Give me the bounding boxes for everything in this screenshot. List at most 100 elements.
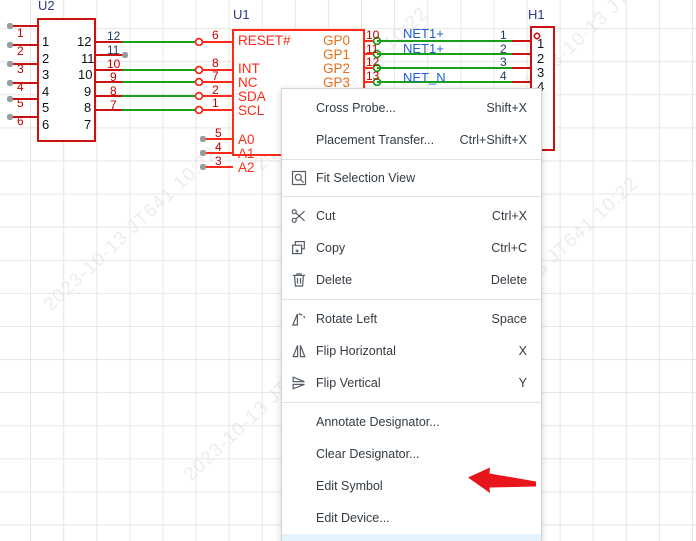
pin-name: SDA (238, 89, 266, 104)
menu-group: Fit Selection View (282, 160, 541, 196)
pin-number: 1 (500, 28, 507, 42)
pin-label-inner: 8 (84, 100, 92, 115)
menu-group: Rotate Left Space Flip Horizontal X Flip… (282, 300, 541, 402)
fit-selection-view-icon (282, 164, 316, 192)
menu-item-update-project-library[interactable]: Update Project Library... (282, 534, 541, 541)
menu-item-label: Placement Transfer... (316, 133, 435, 147)
pin-name: GP1 (323, 47, 351, 62)
pin-number: 10 (107, 57, 121, 71)
pin-number: 11 (366, 42, 379, 56)
designator-u2[interactable]: U2 (38, 0, 55, 13)
pin-label-inner: 4 (42, 84, 50, 99)
pin-number: 3 (500, 55, 507, 69)
flip-horizontal-icon (282, 337, 316, 365)
designator-h1[interactable]: H1 (528, 7, 545, 22)
menu-group: Cross Probe... Shift+X Placement Transfe… (282, 89, 541, 159)
pin-label-inner: 2 (537, 51, 545, 66)
pin-number: 13 (366, 69, 380, 83)
pin-label-inner: 11 (81, 51, 95, 66)
pin-number: 2 (17, 44, 24, 58)
pin-label-inner: 3 (537, 65, 545, 80)
scissors-icon (282, 202, 316, 230)
pin-label-inner: 7 (84, 117, 92, 132)
net-label[interactable]: NET1+ (403, 26, 444, 41)
net-label[interactable]: NET_N (403, 70, 446, 85)
menu-item-label: Copy (316, 241, 346, 255)
menu-group: Cut Ctrl+X Copy Ctrl+C Delete Delete (282, 197, 541, 299)
menu-item-label: Fit Selection View (316, 171, 416, 185)
pin-name: INT (238, 61, 260, 76)
pin-label-inner: 2 (42, 51, 50, 66)
pin-number: 8 (212, 56, 219, 70)
rotate-left-icon (282, 305, 316, 333)
menu-item-delete[interactable]: Delete Delete (282, 264, 541, 296)
menu-item-shortcut: X (518, 344, 527, 358)
pin-name: A0 (238, 132, 255, 147)
pin-name: RESET# (238, 33, 291, 48)
flip-vertical-icon (282, 369, 316, 397)
pin-number: 3 (215, 154, 222, 168)
pin-number: 4 (500, 69, 507, 83)
pin-name: GP0 (323, 33, 351, 48)
menu-item-label: Cross Probe... (316, 101, 396, 115)
pin-number: 6 (212, 28, 219, 42)
menu-item-label: Flip Vertical (316, 376, 381, 390)
menu-item-shortcut: Shift+X (486, 101, 527, 115)
menu-item-label: Flip Horizontal (316, 344, 396, 358)
copy-icon (282, 234, 316, 262)
menu-item-annotate-designator[interactable]: Annotate Designator... (282, 406, 541, 438)
pin-number: 8 (110, 84, 117, 98)
pin-number: 5 (17, 96, 24, 110)
net-label[interactable]: NET1+ (403, 41, 444, 56)
menu-item-cross-probe[interactable]: Cross Probe... Shift+X (282, 92, 541, 124)
menu-item-icon-placeholder (282, 440, 316, 468)
menu-item-fit-selection-view[interactable]: Fit Selection View (282, 163, 541, 193)
pin-name: A2 (238, 160, 255, 175)
menu-item-shortcut: Ctrl+X (491, 209, 527, 223)
pin-number: 2 (212, 83, 219, 97)
pin-number: 9 (110, 70, 117, 84)
pin-number: 11 (107, 43, 120, 57)
pin-label-inner: 5 (42, 100, 50, 115)
menu-item-copy[interactable]: Copy Ctrl+C (282, 232, 541, 264)
menu-item-placement-transfer[interactable]: Placement Transfer... Ctrl+Shift+X (282, 124, 541, 156)
pin-number: 12 (366, 55, 380, 69)
menu-item-icon-placeholder (282, 472, 316, 500)
pin-number: 7 (110, 98, 117, 112)
menu-item-icon-placeholder (282, 94, 316, 122)
pin-number: 4 (17, 80, 24, 94)
pin-name: GP2 (323, 61, 351, 76)
menu-item-shortcut: Ctrl+Shift+X (459, 133, 527, 147)
menu-item-shortcut: Ctrl+C (491, 241, 527, 255)
designator-u1[interactable]: U1 (233, 7, 250, 22)
menu-item-icon-placeholder (282, 536, 316, 541)
pin-number: 3 (17, 62, 24, 76)
pin-number: 6 (17, 114, 24, 128)
menu-item-shortcut: Space (491, 312, 527, 326)
pin-label-inner: 3 (42, 67, 50, 82)
pin-label-inner: 6 (42, 117, 50, 132)
menu-item-label: Cut (316, 209, 336, 223)
menu-item-label: Clear Designator... (316, 447, 420, 461)
pin-number: 7 (212, 69, 219, 83)
menu-item-label: Annotate Designator... (316, 415, 440, 429)
pin-number: 12 (107, 29, 121, 43)
menu-item-cut[interactable]: Cut Ctrl+X (282, 200, 541, 232)
menu-item-flip-vertical[interactable]: Flip Vertical Y (282, 367, 541, 399)
pin-label-inner: 9 (84, 84, 92, 99)
annotation-arrow-icon (468, 467, 536, 493)
menu-item-edit-device[interactable]: Edit Device... (282, 502, 541, 534)
menu-item-label: Rotate Left (316, 312, 378, 326)
menu-item-icon-placeholder (282, 126, 316, 154)
pin-name: SCL (238, 103, 265, 118)
menu-item-shortcut: Delete (490, 273, 527, 287)
menu-item-icon-placeholder (282, 408, 316, 436)
menu-item-flip-horizontal[interactable]: Flip Horizontal X (282, 335, 541, 367)
pin-label-inner: 1 (42, 34, 50, 49)
pin-label-inner: 1 (537, 36, 545, 51)
pin-number: 1 (17, 26, 24, 40)
menu-item-label: Edit Device... (316, 511, 390, 525)
menu-item-rotate-left[interactable]: Rotate Left Space (282, 303, 541, 335)
pin-name: NC (238, 75, 258, 90)
pin-number: 4 (215, 140, 222, 154)
